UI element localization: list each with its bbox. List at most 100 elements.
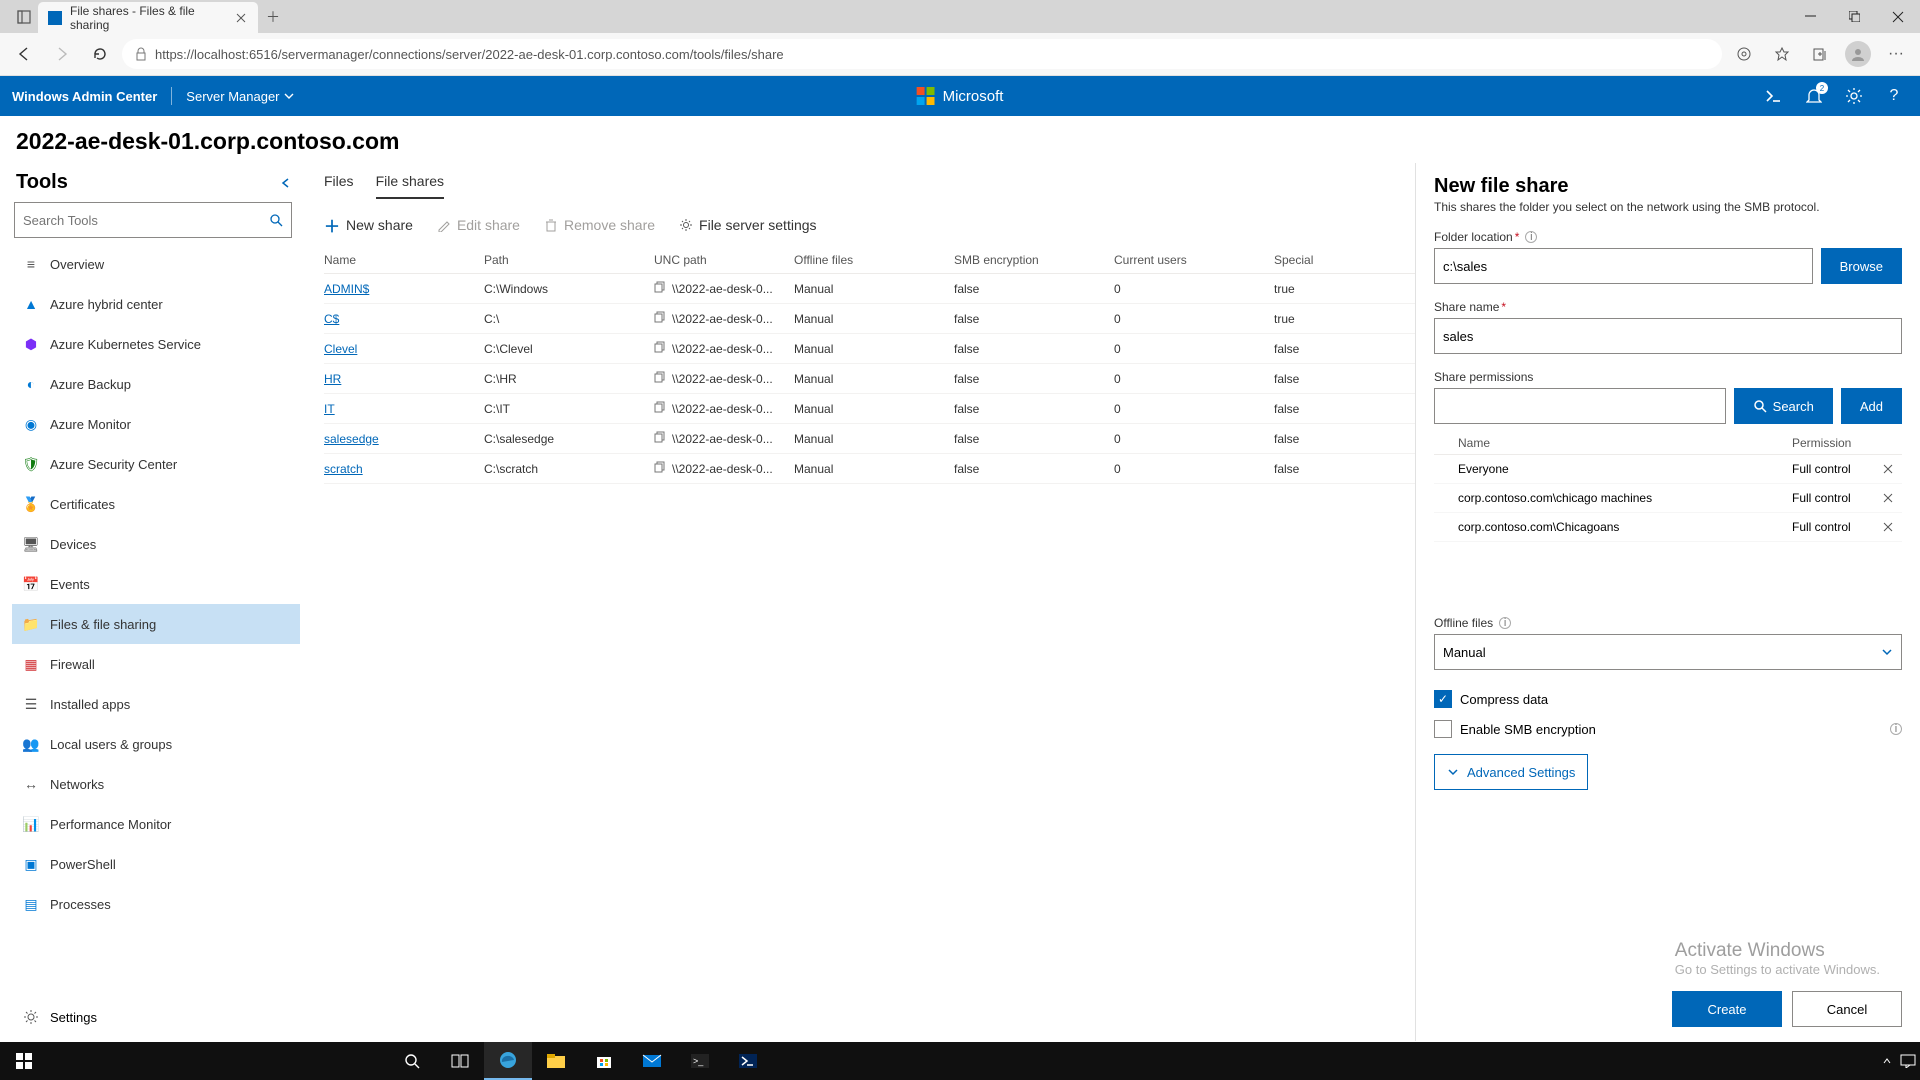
- sidebar-item-azure-monitor[interactable]: ◉Azure Monitor: [12, 404, 300, 444]
- sidebar-item-azure-hybrid-center[interactable]: ▲Azure hybrid center: [12, 284, 300, 324]
- info-icon[interactable]: i: [1525, 231, 1537, 243]
- tracking-icon[interactable]: [1728, 38, 1760, 70]
- share-link[interactable]: scratch: [324, 462, 363, 476]
- powershell-icon[interactable]: [1760, 82, 1788, 110]
- col-offline[interactable]: Offline files: [794, 247, 954, 274]
- more-icon[interactable]: ···: [1880, 38, 1912, 70]
- favorites-icon[interactable]: [1766, 38, 1798, 70]
- copy-icon[interactable]: [654, 431, 668, 443]
- new-tab-button[interactable]: ＋: [258, 7, 288, 27]
- permission-search-input[interactable]: [1434, 388, 1726, 424]
- sidebar-item-local-users-groups[interactable]: 👥Local users & groups: [12, 724, 300, 764]
- sidebar-settings[interactable]: Settings: [12, 997, 288, 1037]
- close-tab-icon[interactable]: [234, 11, 248, 25]
- table-row[interactable]: HR C:\HR \\2022-ae-desk-0... Manual fals…: [324, 364, 1415, 394]
- sidebar-item-performance-monitor[interactable]: 📊Performance Monitor: [12, 804, 300, 844]
- copy-icon[interactable]: [654, 461, 668, 473]
- copy-icon[interactable]: [654, 371, 668, 383]
- remove-permission-icon[interactable]: [1882, 463, 1902, 475]
- sidebar-item-devices[interactable]: 🖥Devices: [12, 524, 300, 564]
- tab-actions-icon[interactable]: [10, 3, 38, 31]
- offline-files-select[interactable]: Manual: [1434, 634, 1902, 670]
- sidebar-item-powershell[interactable]: ▣PowerShell: [12, 844, 300, 884]
- minimize-window-icon[interactable]: [1788, 0, 1832, 33]
- col-unc[interactable]: UNC path: [654, 247, 794, 274]
- compress-data-checkbox[interactable]: ✓ Compress data: [1434, 690, 1902, 708]
- sidebar-item-firewall[interactable]: ▦Firewall: [12, 644, 300, 684]
- table-row[interactable]: C$ C:\ \\2022-ae-desk-0... Manual false …: [324, 304, 1415, 334]
- tab-files[interactable]: Files: [324, 167, 354, 199]
- share-link[interactable]: ADMIN$: [324, 282, 369, 296]
- explorer-taskbar-icon[interactable]: [532, 1042, 580, 1080]
- sidebar-item-overview[interactable]: ≡Overview: [12, 244, 300, 284]
- sidebar-item-azure-kubernetes-service[interactable]: ⬢Azure Kubernetes Service: [12, 324, 300, 364]
- mail-taskbar-icon[interactable]: [628, 1042, 676, 1080]
- powershell-taskbar-icon[interactable]: [724, 1042, 772, 1080]
- copy-icon[interactable]: [654, 281, 668, 293]
- table-row[interactable]: salesedge C:\salesedge \\2022-ae-desk-0.…: [324, 424, 1415, 454]
- copy-icon[interactable]: [654, 401, 668, 413]
- search-tools-input[interactable]: [23, 213, 269, 228]
- copy-icon[interactable]: [654, 341, 668, 353]
- collapse-sidebar-icon[interactable]: [280, 177, 292, 189]
- edge-taskbar-icon[interactable]: [484, 1042, 532, 1080]
- profile-icon[interactable]: [1842, 38, 1874, 70]
- col-current[interactable]: Current users: [1114, 247, 1274, 274]
- browser-tab[interactable]: File shares - Files & file sharing: [38, 2, 258, 33]
- col-special[interactable]: Special: [1274, 247, 1415, 274]
- sidebar-item-azure-security-center[interactable]: 🛡Azure Security Center: [12, 444, 300, 484]
- sidebar-item-registry[interactable]: ▦Registry: [12, 924, 300, 929]
- col-path[interactable]: Path: [484, 247, 654, 274]
- share-name-input[interactable]: [1434, 318, 1902, 354]
- search-taskbar-icon[interactable]: [388, 1042, 436, 1080]
- sidebar-item-azure-backup[interactable]: ◐Azure Backup: [12, 364, 300, 404]
- wac-brand[interactable]: Windows Admin Center: [12, 89, 157, 104]
- share-link[interactable]: C$: [324, 312, 339, 326]
- share-link[interactable]: HR: [324, 372, 341, 386]
- info-icon[interactable]: i: [1890, 723, 1902, 735]
- file-server-settings-button[interactable]: File server settings: [679, 217, 816, 233]
- sidebar-item-events[interactable]: 📅Events: [12, 564, 300, 604]
- sidebar-item-networks[interactable]: ↔Networks: [12, 764, 300, 804]
- info-icon[interactable]: i: [1499, 617, 1511, 629]
- search-button[interactable]: Search: [1734, 388, 1833, 424]
- settings-icon[interactable]: [1840, 82, 1868, 110]
- share-link[interactable]: salesedge: [324, 432, 379, 446]
- collections-icon[interactable]: [1804, 38, 1836, 70]
- tab-file-shares[interactable]: File shares: [376, 167, 444, 199]
- copy-icon[interactable]: [654, 311, 668, 323]
- folder-location-input[interactable]: [1434, 248, 1813, 284]
- create-button[interactable]: Create: [1672, 991, 1782, 1027]
- refresh-icon[interactable]: [84, 38, 116, 70]
- context-dropdown[interactable]: Server Manager: [186, 89, 293, 104]
- task-view-icon[interactable]: [436, 1042, 484, 1080]
- search-tools-box[interactable]: [14, 202, 292, 238]
- table-row[interactable]: IT C:\IT \\2022-ae-desk-0... Manual fals…: [324, 394, 1415, 424]
- help-icon[interactable]: ?: [1880, 82, 1908, 110]
- store-taskbar-icon[interactable]: [580, 1042, 628, 1080]
- col-smb[interactable]: SMB encryption: [954, 247, 1114, 274]
- action-center-icon[interactable]: [1900, 1054, 1916, 1068]
- sidebar-item-installed-apps[interactable]: ☰Installed apps: [12, 684, 300, 724]
- smb-encryption-checkbox[interactable]: Enable SMB encryption i: [1434, 720, 1902, 738]
- new-share-button[interactable]: ＋New share: [324, 213, 413, 237]
- url-input[interactable]: https://localhost:6516/servermanager/con…: [122, 39, 1722, 69]
- col-name[interactable]: Name: [324, 247, 484, 274]
- close-window-icon[interactable]: [1876, 0, 1920, 33]
- browse-button[interactable]: Browse: [1821, 248, 1902, 284]
- tray-chevron-icon[interactable]: [1882, 1056, 1892, 1066]
- table-row[interactable]: Clevel C:\Clevel \\2022-ae-desk-0... Man…: [324, 334, 1415, 364]
- start-button[interactable]: [0, 1042, 48, 1080]
- sidebar-item-processes[interactable]: ▤Processes: [12, 884, 300, 924]
- notifications-icon[interactable]: 2: [1800, 82, 1828, 110]
- table-row[interactable]: ADMIN$ C:\Windows \\2022-ae-desk-0... Ma…: [324, 274, 1415, 304]
- sidebar-item-files-file-sharing[interactable]: 📁Files & file sharing: [12, 604, 300, 644]
- remove-permission-icon[interactable]: [1882, 492, 1902, 504]
- share-link[interactable]: Clevel: [324, 342, 357, 356]
- advanced-settings-button[interactable]: Advanced Settings: [1434, 754, 1588, 790]
- remove-permission-icon[interactable]: [1882, 521, 1902, 533]
- maximize-window-icon[interactable]: [1832, 0, 1876, 33]
- cancel-button[interactable]: Cancel: [1792, 991, 1902, 1027]
- add-button[interactable]: Add: [1841, 388, 1902, 424]
- share-link[interactable]: IT: [324, 402, 335, 416]
